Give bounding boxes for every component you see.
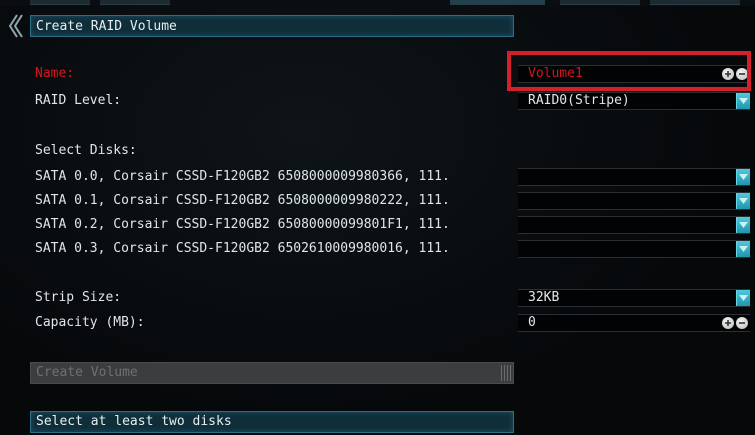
create-volume-button[interactable]: Create Volume — [30, 362, 514, 384]
disk-label: SATA 0.0, Corsair CSSD-F120GB2 650800000… — [35, 169, 450, 184]
top-tab-strip — [0, 0, 755, 6]
top-tab[interactable] — [560, 0, 640, 5]
disk-label: SATA 0.2, Corsair CSSD-F120GB2 650800000… — [35, 217, 450, 232]
dropdown-arrow-icon[interactable] — [736, 93, 750, 109]
minus-icon[interactable] — [736, 317, 748, 329]
capacity-value: 0 — [528, 315, 536, 330]
disk-select[interactable] — [518, 216, 750, 234]
page-title: Create RAID Volume — [30, 15, 514, 37]
plus-icon[interactable] — [722, 317, 734, 329]
raid-level-select[interactable]: RAID0(Stripe) — [518, 92, 750, 110]
raid-level-value: RAID0(Stripe) — [528, 93, 630, 108]
chevron-left-icon[interactable] — [6, 13, 24, 39]
name-label: Name: — [35, 66, 75, 81]
dropdown-arrow-icon[interactable] — [736, 290, 750, 306]
grip-icon — [501, 365, 511, 381]
dropdown-arrow-icon[interactable] — [736, 193, 750, 209]
name-value: Volume1 — [528, 66, 583, 81]
strip-size-select[interactable]: 32KB — [518, 289, 750, 307]
disk-select[interactable] — [518, 240, 750, 258]
top-tab[interactable] — [100, 0, 170, 5]
raid-level-label: RAID Level: — [35, 93, 122, 108]
top-tab[interactable] — [30, 0, 90, 5]
top-tab-active[interactable] — [450, 0, 545, 5]
create-volume-label: Create Volume — [36, 365, 138, 380]
disk-label: SATA 0.1, Corsair CSSD-F120GB2 650800000… — [35, 193, 450, 208]
disk-label: SATA 0.3, Corsair CSSD-F120GB2 650261000… — [35, 241, 450, 256]
disk-select[interactable] — [518, 168, 750, 186]
dropdown-arrow-icon[interactable] — [736, 241, 750, 257]
name-field[interactable]: Volume1 — [518, 65, 750, 83]
top-tab[interactable] — [650, 0, 740, 5]
strip-size-value: 32KB — [528, 290, 560, 305]
select-disks-label: Select Disks: — [35, 143, 137, 158]
dropdown-arrow-icon[interactable] — [736, 217, 750, 233]
disk-select[interactable] — [518, 192, 750, 210]
plus-icon[interactable] — [722, 68, 734, 80]
strip-size-label: Strip Size: — [35, 290, 122, 305]
capacity-field[interactable]: 0 — [518, 314, 750, 332]
dropdown-arrow-icon[interactable] — [736, 169, 750, 185]
minus-icon[interactable] — [736, 68, 748, 80]
capacity-label: Capacity (MB): — [35, 315, 145, 330]
status-message: Select at least two disks — [30, 411, 514, 433]
